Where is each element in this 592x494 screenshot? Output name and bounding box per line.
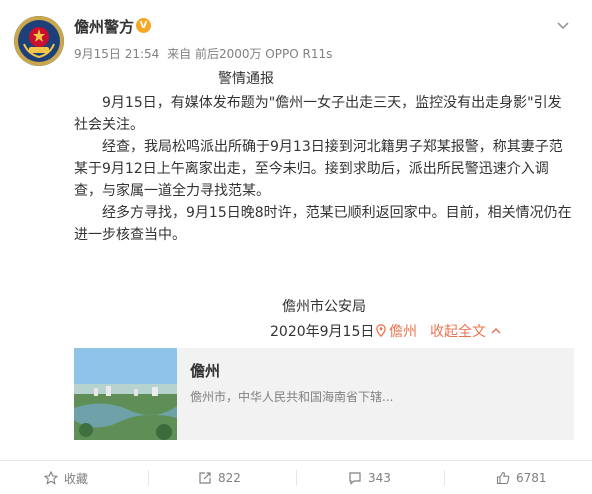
- location-card-title: 儋州: [190, 362, 221, 380]
- favorite-button[interactable]: 收藏: [44, 464, 88, 492]
- collapse-link[interactable]: 收起全文: [430, 321, 502, 341]
- comment-icon: [349, 472, 361, 485]
- thumbs-up-icon: [496, 471, 510, 485]
- repost-button[interactable]: 822: [198, 464, 241, 492]
- avatar[interactable]: [14, 16, 64, 66]
- action-divider: [0, 460, 592, 461]
- action-separator: [296, 470, 297, 486]
- notice-signature: 儋州市公安局: [282, 299, 366, 315]
- like-count: 6781: [516, 471, 547, 485]
- repost-count: 822: [218, 471, 241, 485]
- author-name[interactable]: 儋州警方: [74, 16, 134, 37]
- like-button[interactable]: 6781: [496, 464, 547, 492]
- post-meta: 9月15日 21:54 来自 前后2000万 OPPO R11s: [74, 45, 336, 62]
- notice-paragraph-1: 9月15日，有媒体发布题为"儋州一女子出走三天，监控没有出走身影"引发社会关注。: [74, 95, 562, 133]
- chevron-down-icon[interactable]: [556, 18, 570, 32]
- collapse-label: 收起全文: [430, 324, 486, 340]
- location-label: 儋州: [389, 324, 417, 340]
- verified-badge-icon: V: [136, 18, 151, 33]
- location-link[interactable]: 儋州: [376, 321, 417, 341]
- star-icon: [44, 471, 58, 485]
- post-source: 来自 前后2000万 OPPO R11s: [167, 47, 333, 61]
- action-separator: [444, 470, 445, 486]
- post-time[interactable]: 9月15日 21:54: [74, 47, 159, 61]
- chevron-up-icon: [491, 327, 501, 334]
- police-emblem-icon: [14, 16, 64, 66]
- location-card[interactable]: 儋州 儋州市，中华人民共和国海南省下辖...: [74, 348, 574, 440]
- favorite-label: 收藏: [64, 471, 89, 486]
- location-card-desc: 儋州市，中华人民共和国海南省下辖...: [190, 390, 394, 404]
- location-pin-icon: [376, 324, 386, 337]
- notice-title: 警情通报: [218, 71, 274, 87]
- notice-paragraph-3: 经多方寻找，9月15日晚8时许，范某已顺利返回家中。目前，相关情况仍在进一步核查…: [74, 205, 572, 243]
- location-card-image: [74, 348, 177, 440]
- repost-icon: [199, 472, 211, 484]
- notice-paragraph-2: 经查，我局松鸣派出所确于9月13日接到河北籍男子郑某报警，称其妻子范某于9月12…: [74, 139, 563, 199]
- comment-button[interactable]: 343: [348, 464, 391, 492]
- notice-date: 2020年9月15日: [270, 324, 375, 340]
- comment-count: 343: [368, 471, 391, 485]
- action-separator: [148, 470, 149, 486]
